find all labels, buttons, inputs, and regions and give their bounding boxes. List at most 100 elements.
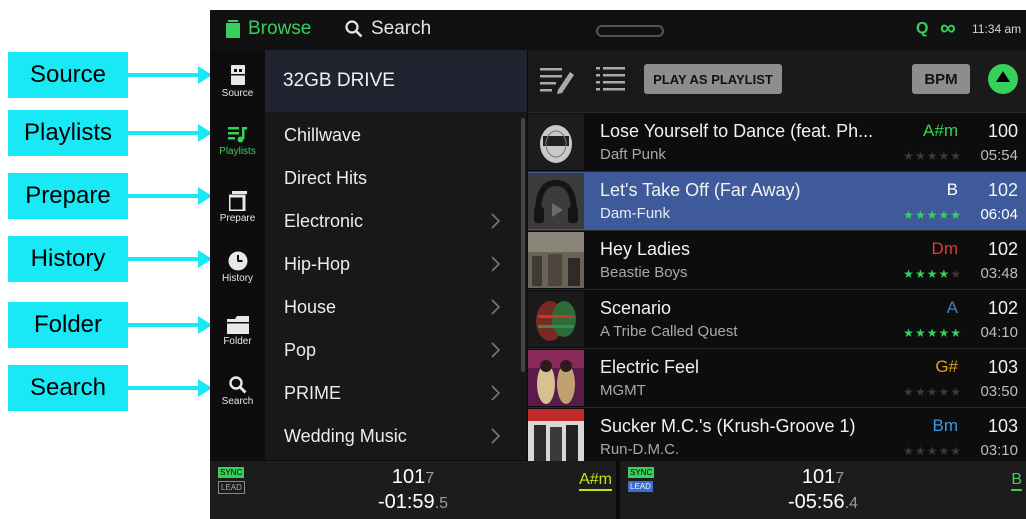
link-icon[interactable]: ∞ bbox=[940, 15, 956, 41]
playlist-panel: 32GB DRIVE Chillwave Direct Hits Electro… bbox=[265, 50, 527, 460]
deck-time-dec: .4 bbox=[844, 495, 859, 512]
sidebar-item-playlists[interactable]: Playlists bbox=[210, 112, 265, 170]
rating-star[interactable]: ★ bbox=[938, 326, 950, 340]
rating-star[interactable]: ★ bbox=[950, 385, 962, 399]
playlist-item[interactable]: Electronic bbox=[265, 200, 515, 243]
search-icon bbox=[228, 375, 246, 393]
callout-arrow bbox=[128, 124, 212, 142]
rating-star[interactable]: ★ bbox=[950, 326, 962, 340]
rating-star[interactable]: ★ bbox=[915, 326, 927, 340]
playlist-item[interactable]: Direct Hits bbox=[265, 157, 515, 200]
rating-star[interactable]: ★ bbox=[927, 444, 939, 458]
track-rating[interactable]: ★★★★★ bbox=[903, 385, 962, 399]
rating-star[interactable]: ★ bbox=[938, 208, 950, 222]
track-row[interactable]: Scenario A Tribe Called Quest A 102 ★★★★… bbox=[528, 289, 1026, 348]
rating-star[interactable]: ★ bbox=[938, 385, 950, 399]
track-length: 04:10 bbox=[980, 324, 1018, 341]
callout-arrow bbox=[128, 66, 212, 84]
callout-arrow bbox=[128, 316, 212, 334]
chevron-right-icon bbox=[491, 342, 501, 358]
drive-name: 32GB DRIVE bbox=[283, 70, 395, 91]
rating-star[interactable]: ★ bbox=[915, 385, 927, 399]
search-tab[interactable]: Search bbox=[345, 18, 431, 40]
sort-up-button[interactable] bbox=[988, 64, 1018, 94]
sidebar-item-history[interactable]: History bbox=[210, 238, 265, 296]
list-view-icon[interactable] bbox=[596, 64, 626, 94]
rating-star[interactable]: ★ bbox=[950, 208, 962, 222]
rating-star[interactable]: ★ bbox=[915, 208, 927, 222]
sidebar-item-search[interactable]: Search bbox=[210, 362, 265, 420]
chevron-right-icon bbox=[491, 428, 501, 444]
browse-label: Browse bbox=[248, 18, 312, 39]
rating-star[interactable]: ★ bbox=[903, 149, 915, 163]
rating-star[interactable]: ★ bbox=[915, 149, 927, 163]
bpm-sort-button[interactable]: BPM bbox=[912, 64, 970, 94]
track-row[interactable]: Hey Ladies Beastie Boys Dm 102 ★★★★★ 03:… bbox=[528, 230, 1026, 289]
rating-star[interactable]: ★ bbox=[927, 208, 939, 222]
rating-star[interactable]: ★ bbox=[903, 326, 915, 340]
rating-star[interactable]: ★ bbox=[938, 444, 950, 458]
track-list-panel: PLAY AS PLAYLIST BPM Lose Yourself to Da… bbox=[528, 50, 1026, 466]
view-toggle-handle[interactable] bbox=[596, 25, 664, 37]
callout-label: Prepare bbox=[25, 182, 111, 209]
track-rating[interactable]: ★★★★★ bbox=[903, 149, 962, 163]
clock-icon bbox=[228, 251, 247, 270]
playlist-item[interactable]: Hip-Hop bbox=[265, 243, 515, 286]
deck-bpm-int: 101 bbox=[801, 466, 836, 488]
playlist-name: Hip-Hop bbox=[284, 254, 351, 274]
track-length: 03:48 bbox=[980, 265, 1018, 282]
track-key: Bm bbox=[932, 416, 959, 435]
track-key: A#m bbox=[923, 121, 958, 140]
track-row[interactable]: Electric Feel MGMT G# 103 ★★★★★ 03:50 bbox=[528, 348, 1026, 407]
rating-star[interactable]: ★ bbox=[950, 149, 962, 163]
rating-star[interactable]: ★ bbox=[915, 444, 927, 458]
track-title: Electric Feel bbox=[600, 357, 700, 377]
playlist-item[interactable]: Chillwave bbox=[265, 114, 515, 157]
callout-source: Source bbox=[8, 52, 128, 98]
deck-left[interactable]: SYNC LEAD 1017 -01:59.5 A#m bbox=[210, 461, 616, 519]
rating-star[interactable]: ★ bbox=[903, 267, 915, 281]
playlist-item[interactable]: PRIME bbox=[265, 372, 515, 415]
rating-star[interactable]: ★ bbox=[950, 444, 962, 458]
callout-arrow bbox=[128, 250, 212, 268]
track-length: 03:50 bbox=[980, 383, 1018, 400]
rating-star[interactable]: ★ bbox=[903, 444, 915, 458]
browse-tab[interactable]: Browse bbox=[226, 18, 311, 40]
track-rating[interactable]: ★★★★★ bbox=[903, 267, 962, 281]
edit-list-icon[interactable] bbox=[540, 64, 576, 94]
track-rating[interactable]: ★★★★★ bbox=[903, 444, 962, 458]
callout-label: Playlists bbox=[23, 119, 113, 146]
quantize-indicator[interactable]: Q bbox=[916, 20, 928, 38]
drive-header[interactable]: 32GB DRIVE bbox=[265, 50, 527, 112]
rating-star[interactable]: ★ bbox=[950, 267, 962, 281]
sidebar-item-prepare[interactable]: Prepare bbox=[210, 178, 265, 236]
track-row[interactable]: Lose Yourself to Dance (feat. Ph... Daft… bbox=[528, 112, 1026, 171]
play-as-playlist-button[interactable]: PLAY AS PLAYLIST bbox=[644, 64, 782, 94]
deck-time-remaining: -05:56.4 bbox=[620, 491, 1026, 514]
album-art bbox=[528, 232, 584, 288]
rating-star[interactable]: ★ bbox=[903, 385, 915, 399]
track-rating[interactable]: ★★★★★ bbox=[903, 326, 962, 340]
rating-star[interactable]: ★ bbox=[927, 267, 939, 281]
rating-star[interactable]: ★ bbox=[938, 267, 950, 281]
rating-star[interactable]: ★ bbox=[927, 385, 939, 399]
playlist-item[interactable]: House bbox=[265, 286, 515, 329]
rating-star[interactable]: ★ bbox=[938, 149, 950, 163]
rating-star[interactable]: ★ bbox=[915, 267, 927, 281]
playlist-name: PRIME bbox=[284, 383, 342, 403]
sidebar-item-source[interactable]: Source bbox=[210, 52, 265, 110]
track-row[interactable]: Sucker M.C.'s (Krush-Groove 1) Run-D.M.C… bbox=[528, 407, 1026, 466]
album-art bbox=[528, 350, 584, 406]
rating-star[interactable]: ★ bbox=[927, 149, 939, 163]
playlist-item[interactable]: Wedding Music bbox=[265, 415, 515, 458]
prepare-icon bbox=[228, 190, 247, 211]
track-length: 03:10 bbox=[980, 442, 1018, 459]
deck-right[interactable]: SYNC LEAD 1017 -05:56.4 B bbox=[620, 461, 1026, 519]
track-row[interactable]: Let's Take Off (Far Away) Dam-Funk B 102… bbox=[528, 171, 1026, 230]
sidebar-item-folder[interactable]: Folder bbox=[210, 302, 265, 360]
playlist-scrollbar[interactable] bbox=[521, 118, 525, 372]
playlist-item[interactable]: Pop bbox=[265, 329, 515, 372]
track-rating[interactable]: ★★★★★ bbox=[903, 208, 962, 222]
rating-star[interactable]: ★ bbox=[927, 326, 939, 340]
rating-star[interactable]: ★ bbox=[903, 208, 915, 222]
